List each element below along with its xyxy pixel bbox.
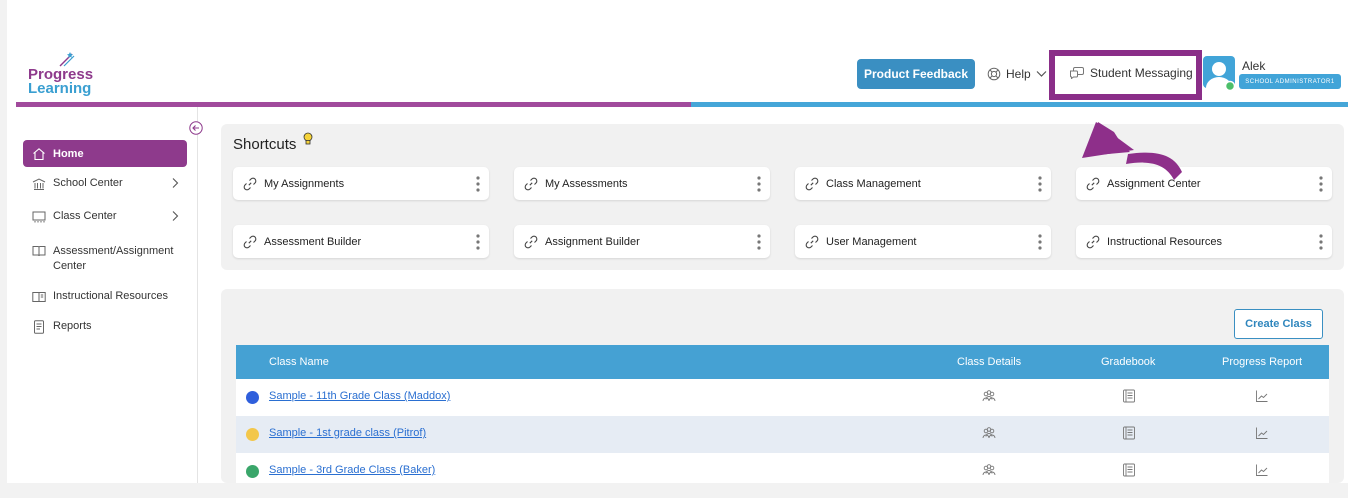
chat-icon <box>1070 67 1084 79</box>
class-details-icon[interactable] <box>982 463 996 477</box>
chevron-right-icon <box>172 178 179 188</box>
link-icon <box>805 235 819 248</box>
table-row: Sample - 3rd Grade Class (Baker) <box>236 453 1329 483</box>
shortcut-label: Instructional Resources <box>1107 235 1222 248</box>
progress-chart-icon[interactable] <box>1255 389 1269 403</box>
more-options-icon[interactable] <box>476 176 480 192</box>
shortcut-label: My Assessments <box>545 177 628 190</box>
sidebar-item-label: Reports <box>53 320 92 332</box>
link-icon <box>524 177 538 190</box>
lightbulb-icon[interactable] <box>303 132 313 146</box>
header-divider-blue <box>691 102 1348 107</box>
table-row: Sample - 1st grade class (Pitrof) <box>236 416 1329 453</box>
open-book-icon <box>32 292 46 302</box>
shortcut-class-management[interactable]: Class Management <box>795 167 1051 200</box>
link-icon <box>1086 235 1100 248</box>
logo-line-2: Learning <box>28 80 92 97</box>
classes-table-header: Class Name Class Details Gradebook Progr… <box>236 345 1329 379</box>
sidebar-item-home[interactable]: Home <box>23 140 187 167</box>
link-icon <box>243 177 257 190</box>
sidebar-item-reports[interactable]: Reports <box>23 320 187 334</box>
progress-learning-logo[interactable]: Progress Learning <box>28 50 108 98</box>
link-icon <box>805 177 819 190</box>
sidebar-item-label: Instructional Resources <box>53 290 168 302</box>
shortcut-my-assessments[interactable]: My Assessments <box>514 167 770 200</box>
user-role-badge: SCHOOL ADMINISTRATOR1 <box>1239 74 1341 89</box>
shortcut-instructional-resources[interactable]: Instructional Resources <box>1076 225 1332 258</box>
more-options-icon[interactable] <box>757 176 761 192</box>
window-frame-left <box>0 0 7 498</box>
shortcut-assessment-builder[interactable]: Assessment Builder <box>233 225 489 258</box>
sidebar-item-label: School Center <box>53 177 123 189</box>
school-icon <box>32 178 46 190</box>
help-label: Help <box>1006 67 1031 81</box>
gradebook-icon[interactable] <box>1122 426 1136 440</box>
shortcut-label: My Assignments <box>264 177 345 190</box>
sidebar-item-label: Home <box>53 147 84 160</box>
progress-chart-icon[interactable] <box>1255 426 1269 440</box>
home-icon <box>33 147 45 160</box>
report-icon <box>34 320 44 334</box>
progress-chart-icon[interactable] <box>1255 463 1269 477</box>
column-class-name[interactable]: Class Name <box>269 356 329 368</box>
link-icon <box>243 235 257 248</box>
more-options-icon[interactable] <box>1319 234 1323 250</box>
shortcut-label: User Management <box>826 235 917 248</box>
shortcut-label: Assessment Builder <box>264 235 362 248</box>
class-name-link[interactable]: Sample - 1st grade class (Pitrof) <box>269 427 426 439</box>
student-messaging-label: Student Messaging <box>1090 66 1193 80</box>
user-avatar[interactable] <box>1203 56 1235 92</box>
class-name-link[interactable]: Sample - 3rd Grade Class (Baker) <box>269 464 435 476</box>
sidebar-item-assessment-assignment-center[interactable]: Assessment/Assignment Center <box>23 244 187 274</box>
shortcut-user-management[interactable]: User Management <box>795 225 1051 258</box>
more-options-icon[interactable] <box>1319 176 1323 192</box>
sidebar-item-school-center[interactable]: School Center <box>23 177 187 191</box>
shortcut-assignment-builder[interactable]: Assignment Builder <box>514 225 770 258</box>
shortcut-label: Assignment Builder <box>545 235 640 248</box>
lifebuoy-icon <box>987 67 1001 81</box>
gradebook-icon[interactable] <box>1122 463 1136 477</box>
logo-wordmark: Progress Learning <box>28 67 93 97</box>
class-color-dot <box>246 391 259 404</box>
shortcut-label: Class Management <box>826 177 921 190</box>
classroom-icon <box>32 211 46 223</box>
help-menu[interactable]: Help <box>987 64 1047 84</box>
column-progress-report: Progress Report <box>1222 356 1303 368</box>
sidebar-item-class-center[interactable]: Class Center <box>23 210 187 224</box>
student-messaging-link[interactable]: Student Messaging <box>1070 66 1193 80</box>
sidebar-item-label: Assessment/Assignment Center <box>53 245 174 272</box>
more-options-icon[interactable] <box>1038 234 1042 250</box>
chevron-right-icon <box>172 211 179 221</box>
table-row: Sample - 11th Grade Class (Maddox) <box>236 379 1329 416</box>
class-details-icon[interactable] <box>982 389 996 403</box>
class-name-link[interactable]: Sample - 11th Grade Class (Maddox) <box>269 390 450 402</box>
collapse-sidebar-icon[interactable] <box>189 121 203 135</box>
product-feedback-button[interactable]: Product Feedback <box>857 59 975 89</box>
shortcuts-title: Shortcuts <box>233 136 297 153</box>
link-icon <box>524 235 538 248</box>
shortcut-my-assignments[interactable]: My Assignments <box>233 167 489 200</box>
more-options-icon[interactable] <box>757 234 761 250</box>
gradebook-icon[interactable] <box>1122 389 1136 403</box>
window-frame-bottom <box>0 483 1348 498</box>
column-gradebook: Gradebook <box>1101 356 1156 368</box>
class-details-icon[interactable] <box>982 426 996 440</box>
sidebar-item-label: Class Center <box>53 210 117 222</box>
chevron-down-icon <box>1036 71 1047 77</box>
column-class-details: Class Details <box>957 356 1022 368</box>
more-options-icon[interactable] <box>1038 176 1042 192</box>
book-icon <box>32 246 46 257</box>
sidebar-item-instructional-resources[interactable]: Instructional Resources <box>23 290 187 304</box>
more-options-icon[interactable] <box>476 234 480 250</box>
class-color-dot <box>246 428 259 441</box>
curved-arrow-annotation-icon <box>1082 122 1182 180</box>
create-class-button[interactable]: Create Class <box>1234 309 1323 339</box>
class-color-dot <box>246 465 259 478</box>
